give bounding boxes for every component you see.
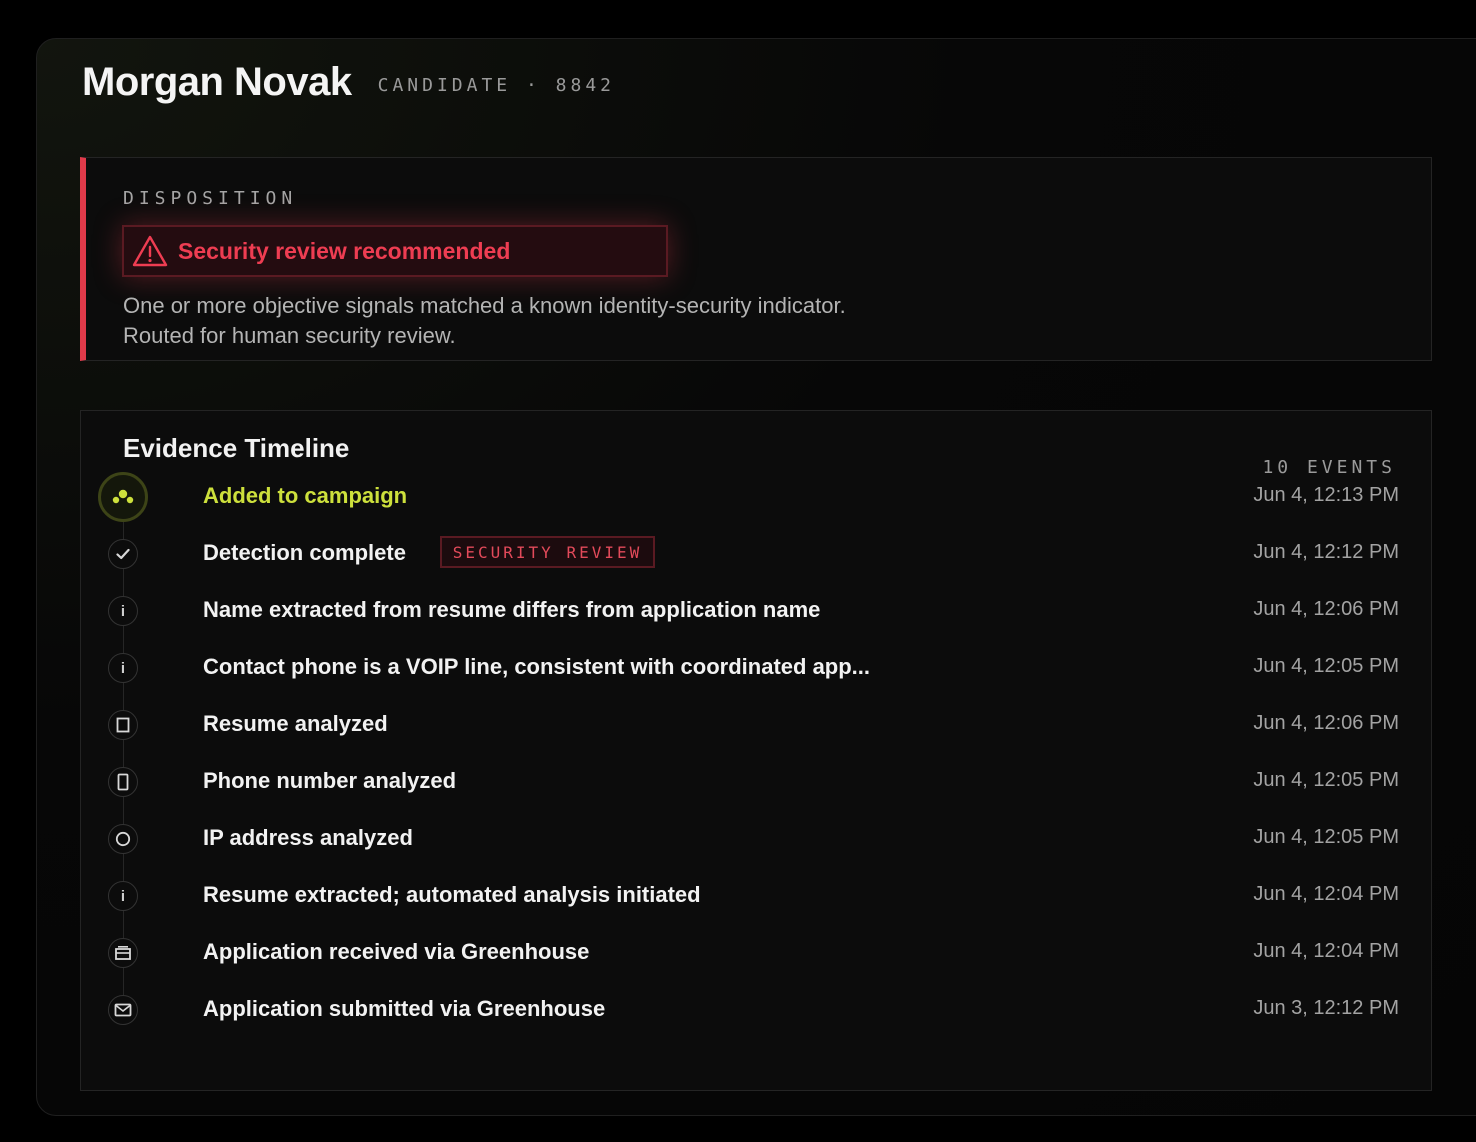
- candidate-name: Morgan Novak: [82, 60, 352, 104]
- timeline-title: Evidence Timeline: [123, 433, 350, 463]
- event-title: Added to campaign: [203, 483, 408, 508]
- phone-icon: [108, 767, 138, 797]
- event-title: Contact phone is a VOIP line, consistent…: [203, 654, 871, 679]
- event-title: Detection complete: [203, 540, 406, 565]
- event-title: Name extracted from resume differs from …: [203, 597, 821, 622]
- timeline-event[interactable]: IP address analyzed Jun 4, 12:05 PM: [81, 819, 1433, 859]
- timeline-event[interactable]: Added to campaign Jun 4, 12:13 PM: [81, 472, 1433, 522]
- event-time: Jun 4, 12:04 PM: [1253, 940, 1399, 962]
- timeline-event[interactable]: Detection complete SECURITY REVIEW Jun 4…: [81, 534, 1433, 574]
- mail-icon: [108, 995, 138, 1025]
- event-time: Jun 3, 12:12 PM: [1253, 997, 1399, 1019]
- document-icon: [108, 710, 138, 740]
- timeline-event-count: 10 EVENTS: [1262, 457, 1396, 478]
- event-title: Resume extracted; automated analysis ini…: [203, 882, 701, 907]
- event-time: Jun 4, 12:04 PM: [1253, 883, 1399, 905]
- event-time: Jun 4, 12:05 PM: [1253, 655, 1399, 677]
- disposition-status-text: Security review recommended: [178, 237, 511, 264]
- evidence-timeline: Evidence Timeline 10 EVENTS Added to cam…: [80, 410, 1432, 1091]
- info-icon: i: [108, 881, 138, 911]
- event-time: Jun 4, 12:12 PM: [1253, 541, 1399, 563]
- disposition-description: One or more objective signals matched a …: [123, 291, 1123, 351]
- disposition-label: DISPOSITION: [123, 188, 298, 209]
- event-time: Jun 4, 12:05 PM: [1253, 769, 1399, 791]
- warning-triangle-icon: [132, 235, 168, 267]
- candidate-header: Morgan Novak CANDIDATE · 8842: [82, 60, 615, 105]
- event-title: IP address analyzed: [203, 825, 413, 850]
- event-title: Phone number analyzed: [203, 768, 457, 793]
- event-title: Application received via Greenhouse: [203, 939, 590, 964]
- timeline-event[interactable]: Resume analyzed Jun 4, 12:06 PM: [81, 705, 1433, 745]
- security-review-badge: SECURITY REVIEW: [440, 536, 655, 568]
- timeline-event[interactable]: i Name extracted from resume differs fro…: [81, 591, 1433, 631]
- candidate-meta: CANDIDATE · 8842: [377, 75, 615, 96]
- disposition-description-line1: One or more objective signals matched a …: [123, 293, 846, 318]
- timeline-event[interactable]: Phone number analyzed Jun 4, 12:05 PM: [81, 762, 1433, 802]
- check-icon: [108, 539, 138, 569]
- disposition-card: DISPOSITION Security review recommended …: [80, 157, 1432, 361]
- info-icon: i: [108, 596, 138, 626]
- event-time: Jun 4, 12:06 PM: [1253, 598, 1399, 620]
- event-title: Resume analyzed: [203, 711, 388, 736]
- event-time: Jun 4, 12:13 PM: [1253, 484, 1399, 506]
- disposition-status-badge: Security review recommended: [122, 225, 668, 277]
- info-icon: i: [108, 653, 138, 683]
- disposition-description-line2: Routed for human security review.: [123, 323, 456, 348]
- globe-icon: [108, 824, 138, 854]
- event-title: Application submitted via Greenhouse: [203, 996, 606, 1021]
- event-time: Jun 4, 12:05 PM: [1253, 826, 1399, 848]
- event-time: Jun 4, 12:06 PM: [1253, 712, 1399, 734]
- inbox-icon: [108, 938, 138, 968]
- timeline-event[interactable]: i Contact phone is a VOIP line, consiste…: [81, 648, 1433, 688]
- timeline-event[interactable]: i Resume extracted; automated analysis i…: [81, 876, 1433, 916]
- timeline-event[interactable]: Application received via Greenhouse Jun …: [81, 933, 1433, 973]
- campaign-icon: [98, 472, 148, 522]
- timeline-event[interactable]: Application submitted via Greenhouse Jun…: [81, 990, 1433, 1030]
